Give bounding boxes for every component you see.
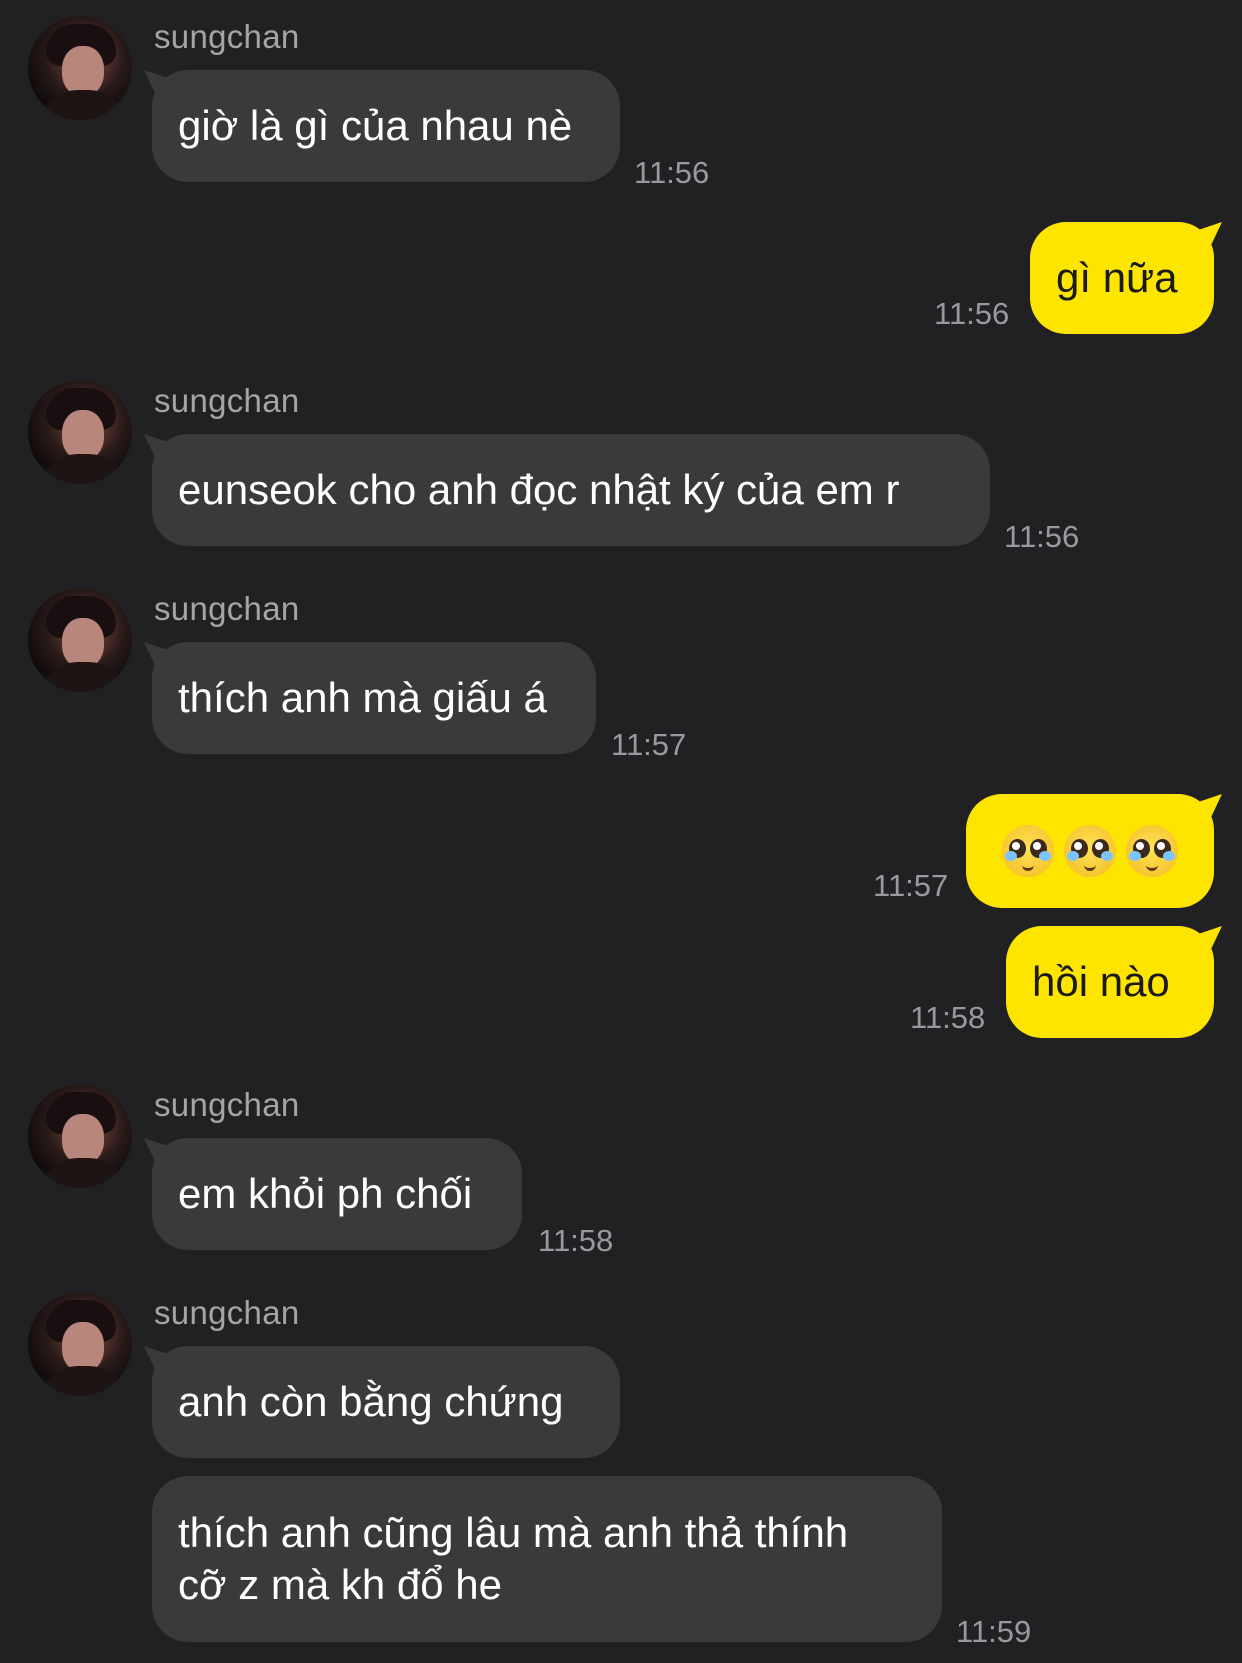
message-timestamp: 11:58 bbox=[538, 1223, 614, 1258]
avatar[interactable] bbox=[28, 380, 132, 484]
message-text-line: thích anh cũng lâu mà anh thả thính bbox=[178, 1509, 849, 1556]
message-text: anh còn bằng chứng bbox=[178, 1378, 564, 1425]
avatar[interactable] bbox=[28, 1084, 132, 1188]
incoming-message-bubble[interactable]: thích anh mà giấu á bbox=[152, 642, 596, 754]
message-text: gì nữa bbox=[1056, 254, 1178, 301]
incoming-message-bubble[interactable]: eunseok cho anh đọc nhật ký của em r bbox=[152, 434, 990, 546]
message-timestamp: 11:56 bbox=[634, 155, 710, 190]
pleading-face-icon bbox=[1126, 825, 1178, 877]
message-timestamp: 11:56 bbox=[934, 296, 1010, 331]
message-text: giờ là gì của nhau nè bbox=[178, 102, 573, 149]
incoming-message-bubble[interactable]: anh còn bằng chứng bbox=[152, 1346, 620, 1458]
sender-name: sungchan bbox=[154, 590, 300, 627]
pleading-face-icon bbox=[1064, 825, 1116, 877]
sender-name: sungchan bbox=[154, 382, 300, 419]
incoming-message-bubble[interactable]: em khỏi ph chối bbox=[152, 1138, 522, 1250]
message-text: hồi nào bbox=[1032, 958, 1170, 1005]
outgoing-emoji-bubble[interactable] bbox=[966, 794, 1214, 908]
message-text-line: cỡ z mà kh đổ he bbox=[178, 1561, 503, 1608]
bubble-tail bbox=[1196, 926, 1222, 948]
sender-name: sungchan bbox=[154, 1086, 300, 1123]
message-text: eunseok cho anh đọc nhật ký của em r bbox=[178, 466, 900, 513]
avatar[interactable] bbox=[28, 588, 132, 692]
avatar[interactable] bbox=[28, 1292, 132, 1396]
message-text: em khỏi ph chối bbox=[178, 1170, 473, 1217]
outgoing-message-bubble[interactable]: hồi nào bbox=[1006, 926, 1214, 1038]
sender-name: sungchan bbox=[154, 1294, 300, 1331]
bubble-tail bbox=[1196, 222, 1222, 244]
bubble-tail bbox=[1196, 794, 1222, 816]
incoming-message-bubble[interactable]: giờ là gì của nhau nè bbox=[152, 70, 620, 182]
avatar[interactable] bbox=[28, 16, 132, 120]
message-text: thích anh mà giấu á bbox=[178, 674, 547, 721]
message-timestamp: 11:56 bbox=[1004, 519, 1080, 554]
message-timestamp: 11:57 bbox=[873, 868, 949, 903]
message-timestamp: 11:57 bbox=[611, 727, 687, 762]
pleading-face-icon bbox=[1002, 825, 1054, 877]
message-timestamp: 11:59 bbox=[956, 1614, 1032, 1649]
sender-name: sungchan bbox=[154, 18, 300, 55]
outgoing-message-bubble[interactable]: gì nữa bbox=[1030, 222, 1214, 334]
message-timestamp: 11:58 bbox=[910, 1000, 986, 1035]
incoming-message-bubble[interactable]: thích anh cũng lâu mà anh thả thính cỡ z… bbox=[152, 1476, 942, 1642]
